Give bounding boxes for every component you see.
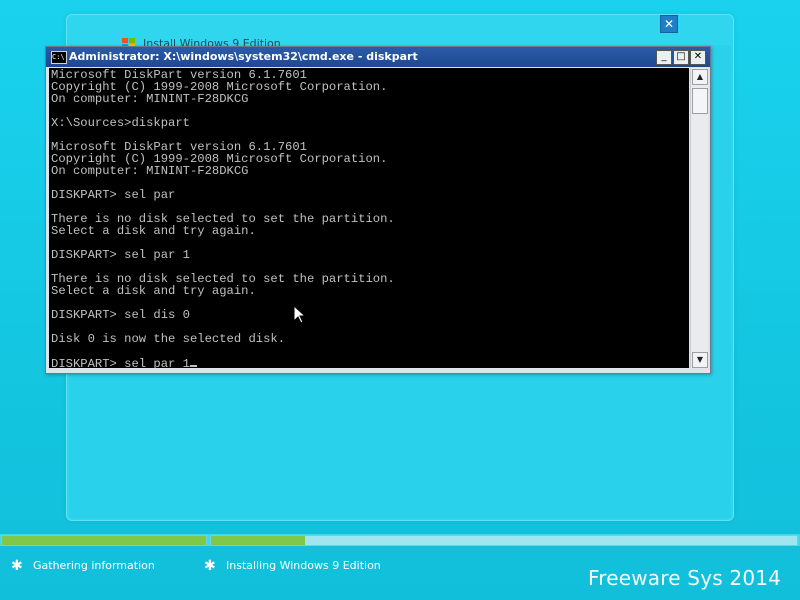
console-text: Microsoft DiskPart version 6.1.7601 Copyr…	[49, 68, 689, 357]
step-label: Gathering information	[33, 559, 155, 572]
cmd-icon[interactable]: C:\	[51, 51, 67, 64]
text-caret	[189, 365, 197, 367]
console-line: X:\Sources>diskpart	[51, 116, 190, 130]
step-label: Installing Windows 9 Edition	[226, 559, 381, 572]
console-line: DISKPART> sel dis 0	[51, 308, 190, 322]
progress-strip	[0, 534, 800, 546]
console-current-input: DISKPART> sel par 1	[51, 357, 190, 368]
minimize-button[interactable]: _	[656, 50, 672, 65]
close-button[interactable]: ✕	[690, 50, 706, 65]
progress-fill-step2	[211, 536, 305, 545]
console-line: On computer: MININT-F28DKCG	[51, 164, 249, 178]
console-line: DISKPART> sel par 1	[51, 248, 190, 262]
console-input-line[interactable]: DISKPART> sel par 1	[49, 357, 689, 368]
console-line: Select a disk and try again.	[51, 284, 256, 298]
console-line: Select a disk and try again.	[51, 224, 256, 238]
maximize-button[interactable]: □	[673, 50, 689, 65]
scroll-down-icon[interactable]: ▼	[692, 352, 708, 368]
console-line: Disk 0 is now the selected disk.	[51, 332, 286, 346]
cmd-window-title: Administrator: X:\windows\system32\cmd.e…	[69, 50, 418, 63]
vertical-scrollbar[interactable]: ▲ ▼	[690, 68, 708, 368]
scroll-thumb[interactable]	[692, 88, 708, 114]
progress-bar-step1	[1, 535, 207, 546]
setup-close-button[interactable]: ✕	[660, 15, 678, 33]
mouse-pointer-icon	[294, 306, 306, 324]
star-icon: ✱	[11, 558, 23, 574]
console-line: DISKPART> sel par	[51, 188, 176, 202]
console-line: On computer: MININT-F28DKCG	[51, 92, 249, 106]
progress-bar-step2	[210, 535, 798, 546]
scroll-up-icon[interactable]: ▲	[692, 69, 708, 85]
progress-fill-step1	[2, 536, 206, 545]
star-icon: ✱	[204, 558, 216, 574]
cmd-titlebar[interactable]: C:\ Administrator: X:\windows\system32\c…	[46, 47, 710, 67]
console-output[interactable]: Microsoft DiskPart version 6.1.7601 Copyr…	[49, 68, 689, 368]
watermark-text: Freeware Sys 2014	[588, 566, 782, 590]
cmd-window: C:\ Administrator: X:\windows\system32\c…	[45, 46, 711, 374]
